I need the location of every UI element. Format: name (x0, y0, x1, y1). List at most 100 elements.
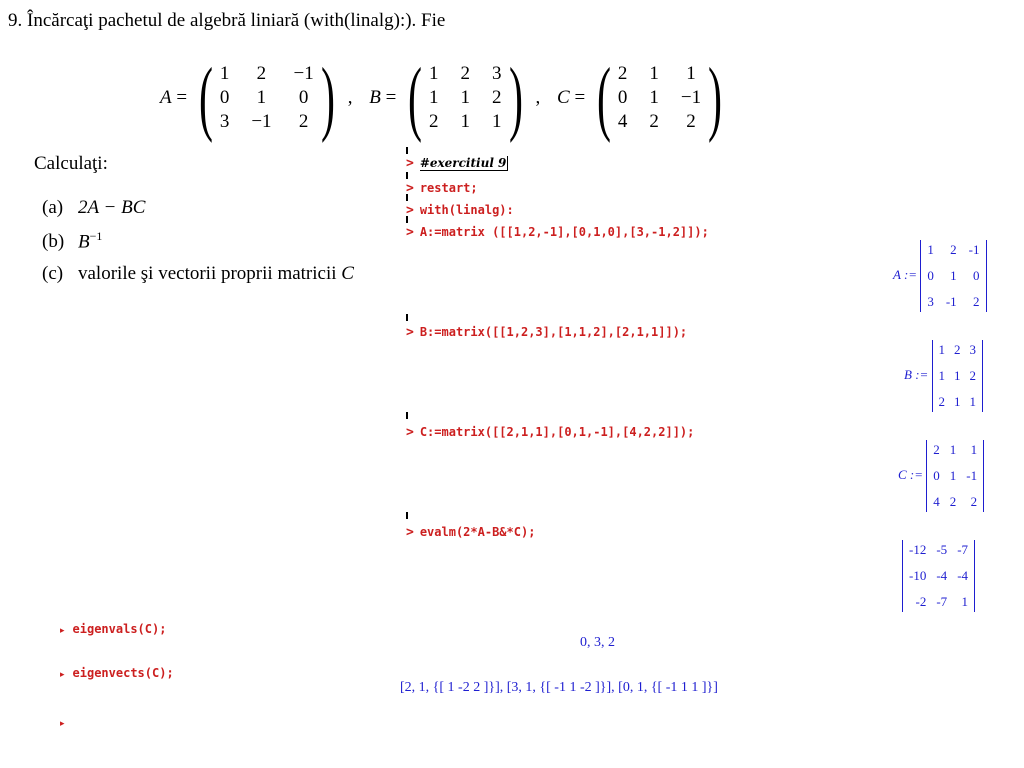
cmd-line-restart[interactable]: > restart; (406, 177, 478, 196)
prompt-symbol: > (406, 225, 414, 240)
matrix-cell: 4 (617, 111, 628, 132)
matrix-cell: −1 (251, 111, 272, 132)
item-tail: C (341, 263, 354, 284)
command-text[interactable]: evalm(2*A-B&*C); (420, 525, 536, 539)
output-eigenvects: [2, 1, {[ 1 -2 2 ]}], [3, 1, {[ -1 1 -2 … (400, 680, 718, 695)
matrix-cell: 2 (298, 111, 309, 132)
output-matrix-c: C := 2 1 1 0 1 -1 4 2 2 (898, 440, 985, 512)
left-paren: ( (198, 51, 213, 144)
empty-prompt[interactable]: ▸ (60, 711, 73, 730)
command-text[interactable]: restart; (420, 181, 478, 195)
output-matrix-evalm: -12 -5 -7 -10 -4 -4 -2 -7 1 (902, 540, 976, 612)
output-eigenvals: 0, 3, 2 (580, 635, 615, 650)
matrix-cell: −1 (293, 63, 314, 84)
matrix-definitions: A = ( 1 2 −1 0 1 0 3 −1 2 ) , B = ( 1 2 … (160, 51, 723, 144)
cmd-line-with[interactable]: > with(linalg): (406, 199, 514, 218)
comment-text[interactable]: #exercitiul 9 (419, 156, 509, 171)
command-text[interactable]: eigenvects(C); (73, 666, 174, 680)
prompt-symbol: > (406, 325, 414, 340)
command-text[interactable]: B:=matrix([[1,2,3],[1,1,2],[2,1,1]]); (420, 325, 687, 339)
output-matrix: 1 2 3 1 1 2 2 1 1 (931, 340, 984, 412)
matrix-cell: -4 (957, 568, 969, 583)
item-a: (a) 2A − BC (42, 197, 145, 219)
matrix-cell: 1 (492, 111, 502, 132)
matrix-cell: 1 (954, 394, 961, 409)
matrix-cell: 2 (970, 494, 978, 509)
right-paren: ) (708, 51, 723, 144)
matrix-cell: 1 (460, 111, 471, 132)
item-key: (c) (42, 263, 64, 284)
output-matrix-b: B := 1 2 3 1 1 2 2 1 1 (904, 340, 984, 412)
matrix-cell: 1 (938, 368, 946, 383)
cmd-line-a[interactable]: > A:=matrix ([[1,2,-1],[0,1,0],[3,-1,2]])… (406, 221, 709, 240)
matrix-cell: 1 (460, 87, 471, 108)
matrix-cell: 2 (686, 111, 696, 132)
matrix-cell: 0 (927, 268, 934, 283)
matrix-cell: -12 (909, 542, 927, 557)
bullet-icon: ▸ (60, 719, 65, 729)
output-matrix-a: A := 1 2 -1 0 1 0 3 -1 2 (893, 240, 987, 312)
prompt-symbol: > (406, 425, 414, 440)
bullet-icon: ▸ (60, 670, 65, 680)
matrix-cell: 2 (256, 63, 267, 84)
group-bracket (406, 512, 408, 519)
left-paren: ( (408, 51, 423, 144)
matrix-cell: -10 (909, 568, 927, 583)
matrix-cell: -1 (945, 294, 957, 309)
cmd-line-eigenvals[interactable]: ▸ eigenvals(C); (60, 618, 166, 637)
matrix-cell: -2 (915, 594, 927, 609)
matrix-cell: 2 (973, 294, 980, 309)
matrix-cell: 2 (429, 111, 439, 132)
matrix-a-name: A (160, 87, 172, 108)
matrix-cell: -7 (957, 542, 969, 557)
group-bracket (406, 412, 408, 419)
calc-label: Calculaţi: (34, 153, 108, 174)
matrix-cell: 1 (954, 368, 961, 383)
matrix-b-name: B (369, 87, 381, 108)
matrix-cell: 1 (649, 63, 659, 84)
matrix-cell: 2 (938, 394, 946, 409)
matrix-cell: 1 (949, 468, 957, 483)
cmd-line-b[interactable]: > B:=matrix([[1,2,3],[1,1,2],[2,1,1]]); (406, 321, 687, 340)
matrix-cell: 2 (617, 63, 628, 84)
matrix-cell: 1 (949, 442, 957, 457)
matrix-cell: 3 (492, 63, 502, 84)
command-text[interactable]: eigenvals(C); (73, 622, 167, 636)
matrix-cell: 0 (617, 87, 628, 108)
matrix-cell: 2 (954, 342, 961, 357)
matrix-cell: -7 (936, 594, 948, 609)
output-label: C := (898, 466, 924, 482)
cmd-line-c[interactable]: > C:=matrix([[2,1,1],[0,1,-1],[4,2,2]]); (406, 421, 694, 440)
command-text[interactable]: A:=matrix ([[1,2,-1],[0,1,0],[3,-1,2]]); (420, 225, 709, 239)
right-paren: ) (320, 51, 335, 144)
output-label: A := (893, 266, 918, 282)
group-bracket (406, 314, 408, 321)
matrix-cell: -1 (968, 242, 980, 257)
prompt-symbol: > (406, 181, 414, 196)
matrix-cell: 1 (938, 342, 946, 357)
matrix-cell: 4 (933, 494, 940, 509)
item-key: (a) (42, 197, 64, 218)
matrix-cell: 3 (969, 342, 977, 357)
item-text: valorile şi vectorii proprii matricii (78, 263, 342, 284)
command-text[interactable]: with(linalg): (420, 203, 514, 217)
matrix-cell: 2 (950, 242, 957, 257)
matrix-cell: 3 (219, 111, 230, 132)
item-c: (c) valorile şi vectorii proprii matricii… (42, 263, 354, 285)
output-label: B := (904, 366, 929, 382)
item-b: (b) B−1 (42, 229, 102, 253)
cmd-line-eigenvects[interactable]: ▸ eigenvects(C); (60, 662, 174, 681)
command-text[interactable]: C:=matrix([[2,1,1],[0,1,-1],[4,2,2]]); (420, 425, 695, 439)
matrix-cell: 1 (649, 87, 659, 108)
item-key: (b) (42, 231, 65, 253)
output-matrix: 1 2 -1 0 1 0 3 -1 2 (920, 240, 987, 312)
cmd-line-evalm[interactable]: > evalm(2*A-B&*C); (406, 521, 535, 540)
comment-line[interactable]: > #exercitiul 9 (406, 152, 509, 171)
matrix-cell: 2 (649, 111, 659, 132)
output-matrix: -12 -5 -7 -10 -4 -4 -2 -7 1 (902, 540, 976, 612)
item-sup: −1 (89, 229, 103, 243)
matrix-cell: 0 (298, 87, 309, 108)
matrix-cell: 2 (933, 442, 940, 457)
problem-number: 9. (8, 10, 23, 31)
matrix-cell: 2 (949, 494, 957, 509)
